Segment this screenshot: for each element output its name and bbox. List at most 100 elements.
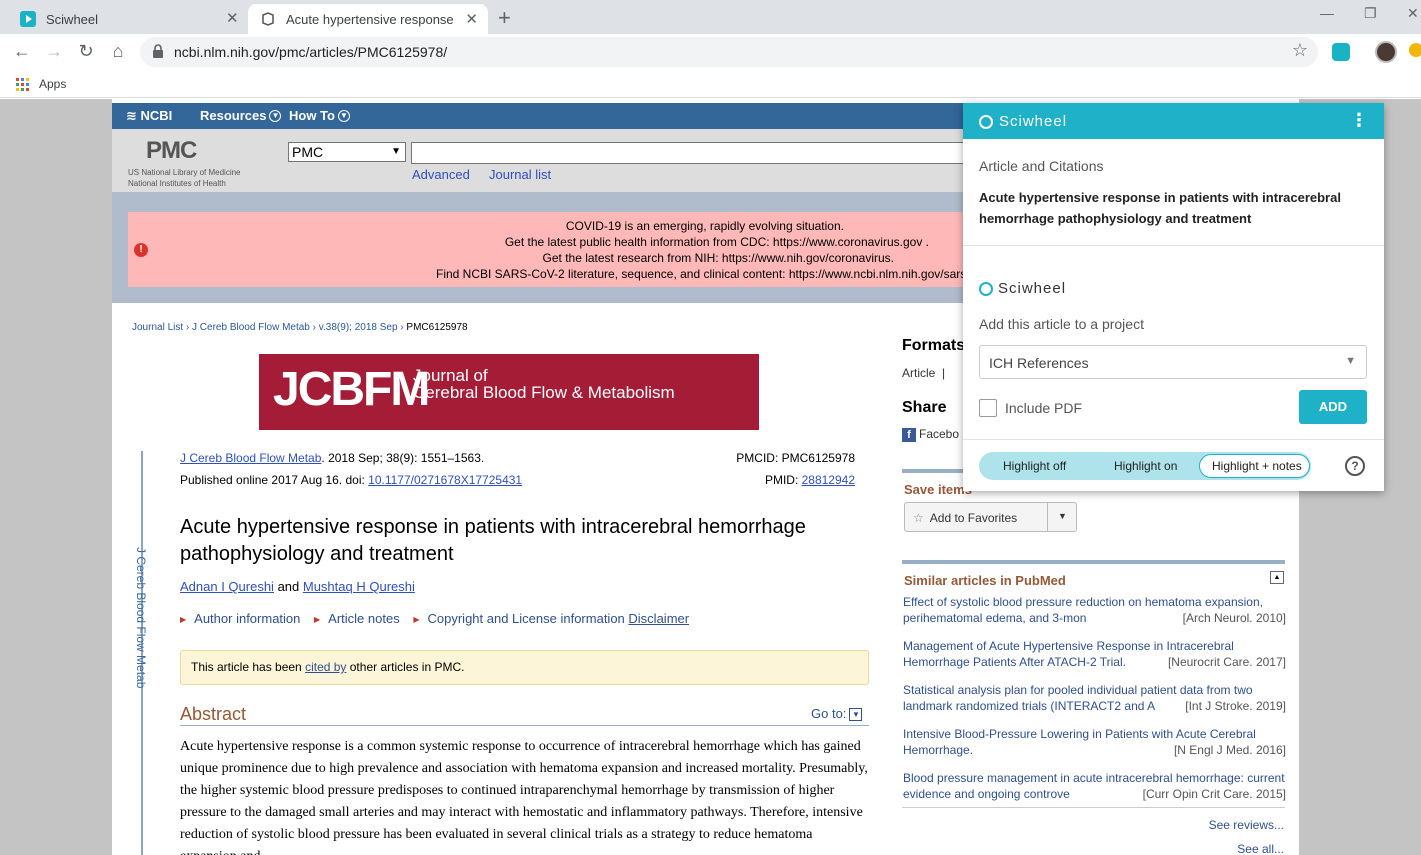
citation-line: J Cereb Blood Flow Metab. 2018 Sep; 38(9… xyxy=(180,451,485,465)
author-information-toggle[interactable]: Author information xyxy=(194,611,300,626)
search-input[interactable] xyxy=(411,142,971,164)
journal-banner-name: Journal of Cerebral Blood Flow & Metabol… xyxy=(413,366,675,402)
cited-by-link[interactable]: cited by xyxy=(305,660,346,674)
covid-line[interactable]: Get the latest public health information… xyxy=(505,235,929,249)
abstract-text: Acute hypertensive response is a common … xyxy=(180,739,868,855)
sciwheel-extension-icon[interactable] xyxy=(1332,43,1350,61)
pmc-subtitle: US National Library of Medicine National… xyxy=(128,168,241,188)
tab-article[interactable]: Acute hypertensive response in p ✕ xyxy=(248,4,488,34)
home-icon[interactable]: ⌂ xyxy=(106,41,130,62)
sciwheel-logo-secondary: Sciwheel xyxy=(979,280,1066,297)
apps-bookmark[interactable]: Apps xyxy=(16,77,66,91)
abstract-heading: Abstract xyxy=(180,704,247,724)
breadcrumb-current: PMC6125978 xyxy=(406,322,468,333)
saved-items-heading: Save items xyxy=(904,482,972,497)
sciwheel-logo-icon xyxy=(979,114,993,129)
tab-close-icon[interactable]: ✕ xyxy=(465,10,478,28)
formats-heading: Formats xyxy=(902,337,966,354)
back-icon[interactable]: ← xyxy=(10,41,34,62)
highlight-on-option[interactable]: Highlight on xyxy=(1114,459,1177,473)
facebook-share[interactable]: f Facebo xyxy=(902,427,959,442)
pmc-favicon-icon xyxy=(262,12,274,26)
disclaimer-link[interactable]: Disclaimer xyxy=(628,611,689,626)
tab-close-icon[interactable]: ✕ xyxy=(226,9,239,27)
database-select[interactable]: PMC ▼ xyxy=(288,142,406,162)
project-select[interactable]: ICH References ▼ xyxy=(979,345,1367,379)
alert-icon: ! xyxy=(134,243,148,257)
similar-article-item[interactable]: Intensive Blood-Pressure Lowering in Pat… xyxy=(903,726,1286,758)
formats-article-link[interactable]: Article | xyxy=(902,366,945,380)
bookmark-star-icon[interactable]: ☆ xyxy=(1292,40,1308,61)
chevron-down-icon: ▼ xyxy=(849,708,863,722)
highlight-toggle: Highlight off Highlight on Highlight + n… xyxy=(979,452,1311,480)
chevron-down-icon: ▼ xyxy=(337,109,350,122)
apps-grid-icon xyxy=(16,77,29,91)
tab-sciwheel[interactable]: Sciwheel xyxy=(8,4,244,34)
add-button[interactable]: ADD xyxy=(1299,390,1367,424)
pmc-logo[interactable]: PMC xyxy=(146,137,197,165)
add-to-project-label: Add this article to a project xyxy=(979,316,1144,332)
journal-side-label: J Cereb Blood Flow Metab xyxy=(134,547,148,689)
similar-article-item[interactable]: Statistical analysis plan for pooled ind… xyxy=(903,682,1286,714)
journal-link[interactable]: J Cereb Blood Flow Metab xyxy=(180,451,321,465)
extension-warning-icon[interactable] xyxy=(1409,43,1421,57)
similar-articles-heading: Similar articles in PubMed xyxy=(904,573,1066,588)
see-all-link[interactable]: See all... xyxy=(1237,842,1284,855)
new-tab-icon[interactable]: + xyxy=(498,5,511,31)
copyright-toggle[interactable]: Copyright and License information xyxy=(428,611,625,626)
list-divider xyxy=(902,807,1285,808)
breadcrumb-journal[interactable]: J Cereb Blood Flow Metab xyxy=(192,322,310,333)
reload-icon[interactable]: ↻ xyxy=(74,41,98,62)
journal-banner-acronym: JCBFM xyxy=(273,363,430,416)
close-window-icon[interactable]: ✕ xyxy=(1407,5,1419,22)
minimize-icon[interactable]: — xyxy=(1320,5,1334,21)
highlight-off-option[interactable]: Highlight off xyxy=(1003,459,1066,473)
journal-banner[interactable]: JCBFM Journal of Cerebral Blood Flow & M… xyxy=(259,354,759,430)
chevron-down-icon: ▼ xyxy=(269,109,282,122)
resources-menu[interactable]: Resources ▼ xyxy=(200,108,282,123)
breadcrumb-journal-list[interactable]: Journal List xyxy=(132,322,183,333)
pmid-link[interactable]: 28812942 xyxy=(802,473,855,487)
address-bar[interactable]: ncbi.nlm.nih.gov/pmc/articles/PMC6125978… xyxy=(140,37,1318,67)
apps-label: Apps xyxy=(39,77,67,91)
author-link[interactable]: Mushtaq H Qureshi xyxy=(303,579,415,594)
panel-divider xyxy=(963,245,1384,246)
share-heading: Share xyxy=(902,399,947,416)
maximize-icon[interactable]: ❐ xyxy=(1364,5,1377,22)
journal-list-link[interactable]: Journal list xyxy=(489,167,551,182)
similar-article-item[interactable]: Blood pressure management in acute intra… xyxy=(903,770,1286,802)
add-to-favorites-button[interactable]: ☆ Add to Favorites ▼ xyxy=(904,502,1077,532)
author-link[interactable]: Adnan I Qureshi xyxy=(180,579,274,594)
article-notes-toggle[interactable]: Article notes xyxy=(328,611,400,626)
pmid-line: PMID: 28812942 xyxy=(764,473,855,487)
sciwheel-panel: Sciwheel ⋮ Article and Citations Acute h… xyxy=(963,103,1384,491)
doi-link[interactable]: 10.1177/0271678X17725431 xyxy=(368,473,522,487)
breadcrumb-issue[interactable]: v.38(9); 2018 Sep xyxy=(319,322,398,333)
help-icon[interactable]: ? xyxy=(1345,456,1365,476)
forward-icon[interactable]: → xyxy=(42,41,66,62)
dropdown-icon[interactable]: ▼ xyxy=(1058,511,1067,521)
collapse-icon[interactable]: ▲ xyxy=(1270,571,1284,584)
triangle-right-icon: ▶ xyxy=(314,615,321,625)
breadcrumb: Journal List › J Cereb Blood Flow Metab … xyxy=(132,322,468,333)
article-citations-label: Article and Citations xyxy=(979,158,1104,174)
button-separator xyxy=(1047,503,1048,531)
tab-strip: Sciwheel Acute hypertensive response in … xyxy=(0,0,1421,34)
more-options-icon[interactable]: ⋮ xyxy=(1350,110,1368,131)
include-pdf-checkbox[interactable] xyxy=(979,399,997,417)
profile-avatar[interactable] xyxy=(1375,41,1397,63)
ncbi-logo[interactable]: ≋ NCBI xyxy=(126,108,172,124)
similar-article-item[interactable]: Effect of systolic blood pressure reduct… xyxy=(903,594,1286,626)
triangle-right-icon: ▶ xyxy=(180,615,187,625)
similar-article-item[interactable]: Management of Acute Hypertensive Respons… xyxy=(903,638,1286,670)
howto-menu[interactable]: How To ▼ xyxy=(289,108,350,123)
advanced-search-link[interactable]: Advanced xyxy=(412,167,470,182)
sciwheel-logo-icon xyxy=(979,281,993,296)
covid-line[interactable]: Find NCBI SARS-CoV-2 literature, sequenc… xyxy=(436,267,1002,281)
favorites-label: ☆ Add to Favorites xyxy=(913,511,1018,525)
see-reviews-link[interactable]: See reviews... xyxy=(1209,818,1284,832)
goto-menu[interactable]: Go to: ▼ xyxy=(811,706,863,722)
highlight-notes-option[interactable]: Highlight + notes xyxy=(1212,459,1302,473)
facebook-icon: f xyxy=(902,427,916,442)
covid-line[interactable]: Get the latest research from NIH: https:… xyxy=(543,251,894,265)
